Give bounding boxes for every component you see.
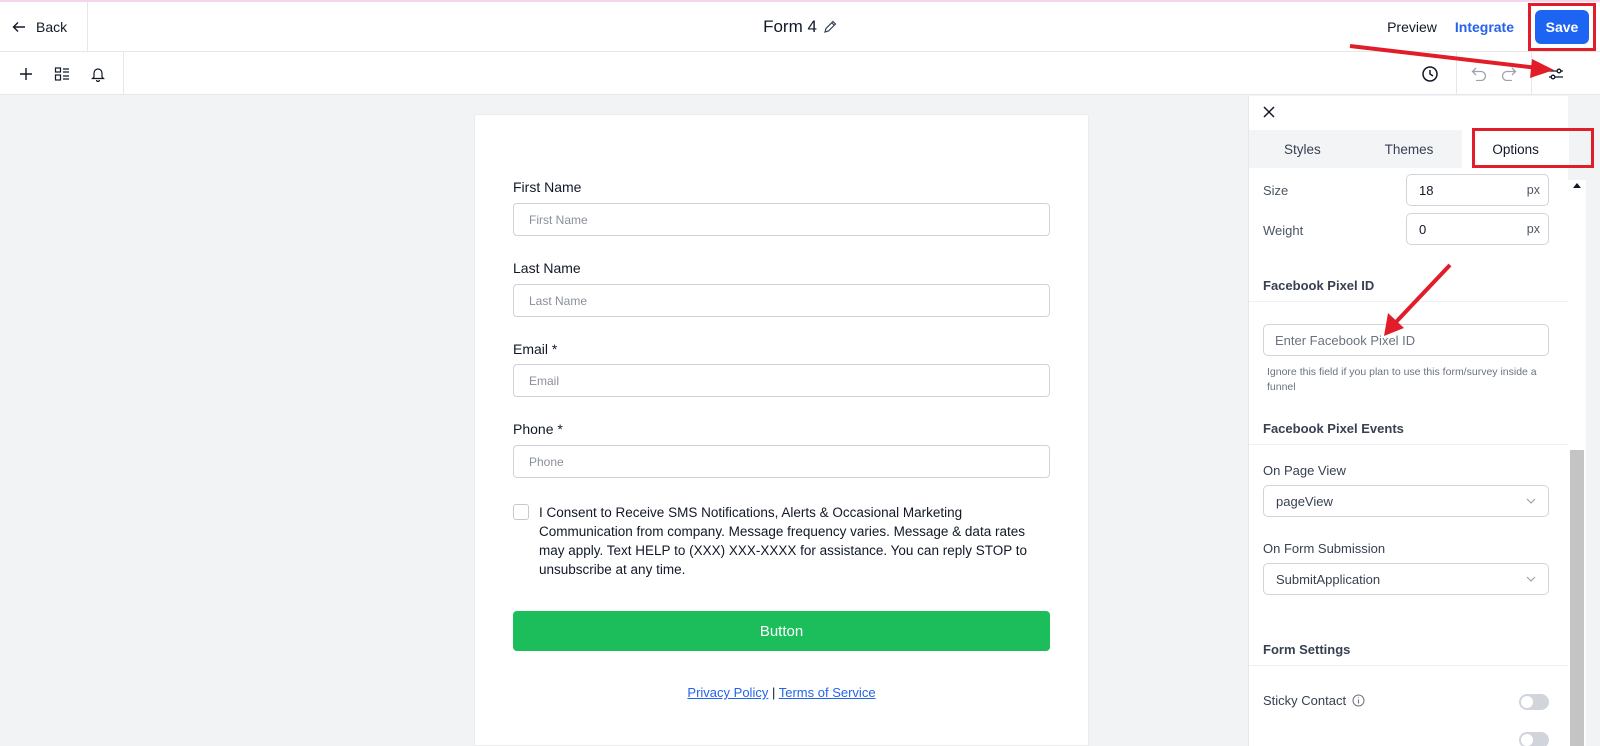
pixel-id-hint: Ignore this field if you plan to use thi… — [1267, 366, 1537, 393]
form-submission-label: On Form Submission — [1263, 541, 1386, 556]
last-name-placeholder: Last Name — [529, 293, 588, 308]
terms-of-service-link[interactable]: Terms of Service — [779, 685, 876, 700]
pixel-id-placeholder: Enter Facebook Pixel ID — [1275, 332, 1416, 348]
tab-options[interactable]: Options — [1462, 130, 1570, 168]
consent-text: I Consent to Receive SMS Notifications, … — [539, 505, 1027, 577]
save-button[interactable]: Save — [1535, 10, 1589, 44]
last-name-input[interactable]: Last Name — [513, 284, 1050, 317]
toolbar-divider — [1456, 52, 1457, 95]
section-divider — [1249, 444, 1569, 445]
size-label: Size — [1263, 183, 1289, 198]
email-placeholder: Email — [529, 373, 560, 388]
toolbar — [0, 52, 1600, 95]
last-name-label: Last Name — [513, 260, 581, 276]
chevron-down-icon — [1526, 576, 1536, 582]
settings-toggle[interactable] — [1519, 732, 1549, 746]
sticky-contact-row: Sticky Contact — [1263, 693, 1365, 708]
pixel-events-section-title: Facebook Pixel Events — [1263, 421, 1404, 436]
size-input[interactable]: 18 px — [1406, 174, 1549, 206]
size-value: 18 — [1419, 182, 1434, 198]
size-unit: px — [1526, 183, 1540, 197]
weight-value: 0 — [1419, 221, 1427, 237]
weight-unit: px — [1526, 222, 1540, 236]
first-name-label: First Name — [513, 179, 582, 195]
first-name-input[interactable]: First Name — [513, 203, 1050, 236]
phone-label: Phone * — [513, 421, 563, 437]
submit-button-label: Button — [759, 622, 804, 640]
integrate-button[interactable]: Integrate — [1455, 19, 1514, 35]
scroll-thumb[interactable] — [1570, 450, 1584, 746]
form-title: Form 4 — [0, 2, 1600, 52]
form-submission-select[interactable]: SubmitApplication — [1263, 563, 1549, 595]
policy-separator: | — [771, 685, 776, 700]
consent-checkbox[interactable] — [513, 504, 529, 520]
first-name-placeholder: First Name — [529, 212, 588, 227]
redo-icon[interactable] — [1499, 64, 1519, 84]
plus-icon[interactable] — [16, 64, 36, 84]
undo-icon[interactable] — [1469, 64, 1489, 84]
policy-links: Privacy Policy | Terms of Service — [475, 685, 1088, 700]
page-view-value: pageView — [1276, 493, 1333, 509]
phone-input[interactable]: Phone — [513, 445, 1050, 478]
history-icon[interactable] — [1420, 64, 1440, 84]
bell-icon[interactable] — [88, 64, 108, 84]
email-label: Email * — [513, 341, 558, 357]
toolbar-right — [1420, 52, 1600, 95]
sticky-contact-toggle[interactable] — [1519, 694, 1549, 710]
preview-button[interactable]: Preview — [1387, 19, 1437, 35]
page-view-label: On Page View — [1263, 463, 1346, 478]
privacy-policy-link[interactable]: Privacy Policy — [687, 685, 768, 700]
save-highlight: Save — [1528, 3, 1596, 51]
form-canvas: First Name First Name Last Name Last Nam… — [474, 114, 1089, 746]
weight-input[interactable]: 0 px — [1406, 213, 1549, 245]
options-panel: Styles Themes Options Size 18 px Weight … — [1248, 96, 1594, 746]
layout-icon[interactable] — [52, 64, 72, 84]
page-view-select[interactable]: pageView — [1263, 485, 1549, 517]
form-title-text: Form 4 — [763, 17, 817, 36]
pixel-id-section-title: Facebook Pixel ID — [1263, 278, 1375, 293]
info-icon[interactable] — [1352, 694, 1365, 707]
section-divider — [1249, 301, 1569, 302]
panel-tabs: Styles Themes Options — [1249, 130, 1570, 168]
phone-placeholder: Phone — [529, 454, 564, 469]
submit-button[interactable]: Button — [513, 611, 1050, 651]
email-input[interactable]: Email — [513, 364, 1050, 397]
top-bar: Back Form 4 Preview Integrate Save — [0, 0, 1600, 52]
tab-styles[interactable]: Styles — [1249, 130, 1356, 168]
section-divider — [1249, 665, 1569, 666]
facebook-pixel-id-input[interactable]: Enter Facebook Pixel ID — [1263, 324, 1549, 356]
form-submission-value: SubmitApplication — [1276, 571, 1381, 587]
form-settings-section-title: Form Settings — [1263, 642, 1351, 657]
scroll-up-icon[interactable] — [1572, 180, 1582, 190]
tab-themes[interactable]: Themes — [1356, 130, 1463, 168]
pencil-icon[interactable] — [823, 20, 837, 34]
sticky-contact-label: Sticky Contact — [1263, 693, 1347, 708]
top-actions: Preview Integrate Save — [1387, 2, 1600, 52]
close-icon[interactable] — [1261, 104, 1277, 120]
toolbar-left — [0, 52, 124, 95]
settings-icon[interactable] — [1546, 64, 1566, 84]
weight-label: Weight — [1263, 223, 1304, 238]
toolbar-divider — [1531, 52, 1532, 95]
chevron-down-icon — [1526, 498, 1536, 504]
panel-scrollbar[interactable] — [1568, 180, 1586, 746]
